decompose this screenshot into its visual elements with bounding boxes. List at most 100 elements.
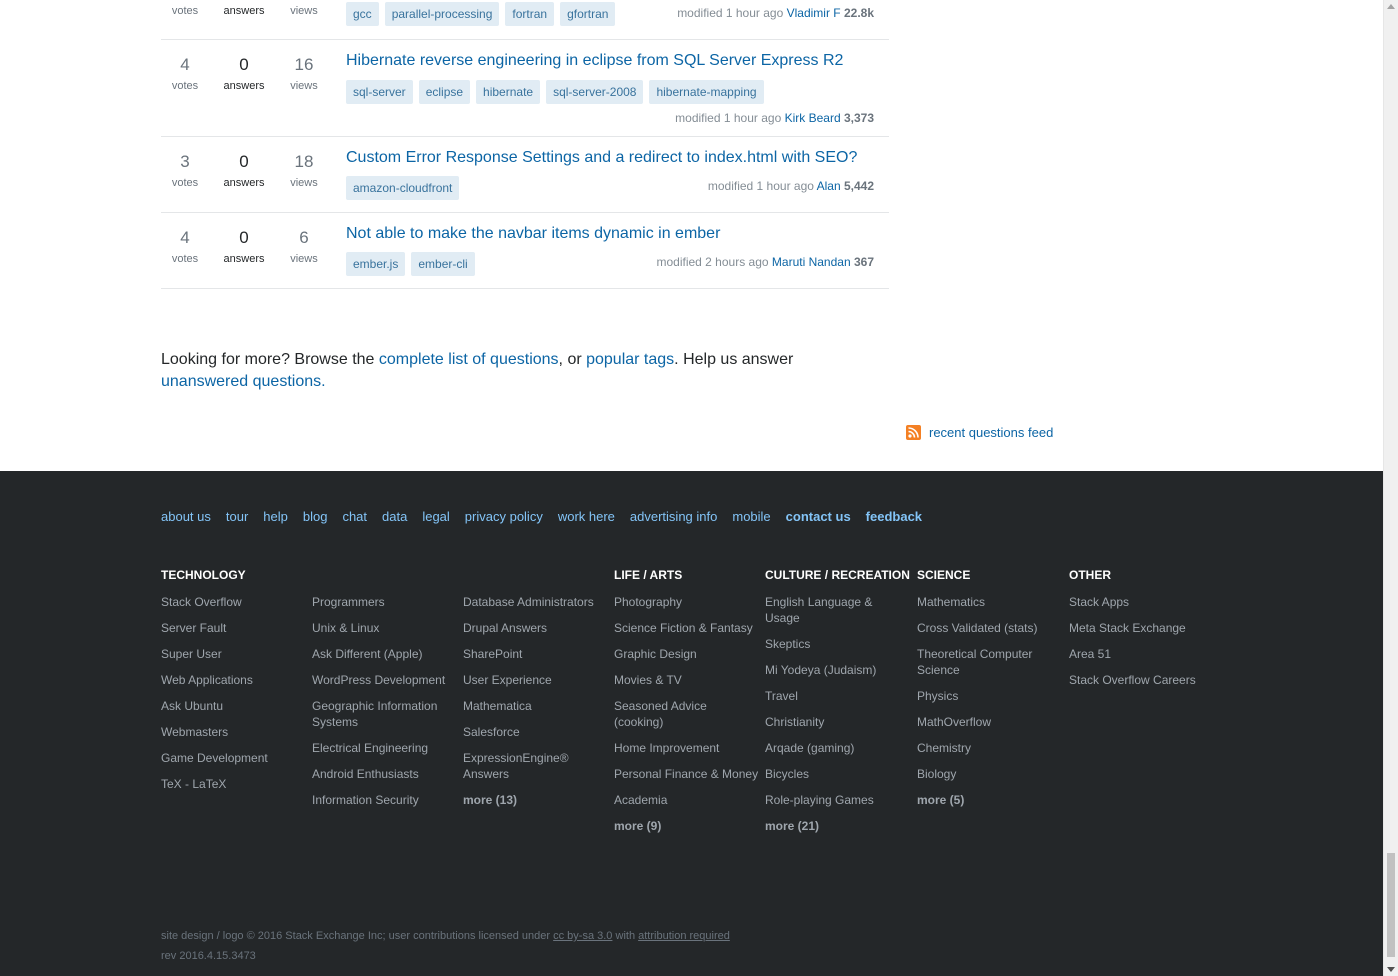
attribution-link[interactable]: attribution required — [638, 930, 730, 942]
site-link[interactable]: Role-playing Games — [765, 792, 910, 808]
site-link[interactable]: Game Development — [161, 750, 306, 766]
site-link[interactable]: Programmers — [312, 594, 457, 610]
site-link[interactable]: Physics — [917, 688, 1062, 704]
unanswered-link[interactable]: unanswered questions — [161, 373, 321, 390]
site-link[interactable]: Chemistry — [917, 740, 1062, 756]
site-link[interactable]: Meta Stack Exchange — [1069, 620, 1219, 636]
site-link[interactable]: Webmasters — [161, 724, 306, 740]
site-link[interactable]: Theoretical Computer Science — [917, 646, 1062, 678]
site-link[interactable]: Web Applications — [161, 672, 306, 688]
site-link[interactable]: Drupal Answers — [463, 620, 608, 636]
site-link[interactable]: Seasoned Advice (cooking) — [614, 698, 759, 730]
site-link[interactable]: Personal Finance & Money — [614, 766, 759, 782]
more-sites-link[interactable]: more (21) — [765, 818, 910, 834]
tag[interactable]: amazon-cloudfront — [346, 176, 460, 200]
site-link[interactable]: Information Security — [312, 792, 457, 808]
site-link[interactable]: SharePoint — [463, 646, 608, 662]
tag[interactable]: parallel-processing — [384, 2, 500, 26]
tag[interactable]: ember.js — [346, 252, 406, 276]
tag[interactable]: sql-server-2008 — [546, 80, 644, 104]
site-link[interactable]: ExpressionEngine® Answers — [463, 750, 608, 782]
footer-link-chat[interactable]: chat — [342, 509, 367, 524]
site-link[interactable]: Stack Apps — [1069, 594, 1219, 610]
site-link[interactable]: Photography — [614, 594, 759, 610]
site-link[interactable]: Salesforce — [463, 724, 608, 740]
license-link[interactable]: cc by-sa 3.0 — [553, 930, 612, 942]
views-stat: 18 views — [274, 152, 334, 190]
footer-link-mobile[interactable]: mobile — [732, 509, 770, 524]
popular-tags-link[interactable]: popular tags — [586, 351, 674, 368]
site-link[interactable]: Mathematics — [917, 594, 1062, 610]
footer-link-about[interactable]: about us — [161, 509, 211, 524]
footer-link-contact[interactable]: contact us — [786, 509, 851, 524]
site-link[interactable]: English Language & Usage — [765, 594, 910, 626]
site-link[interactable]: Stack Overflow Careers — [1069, 672, 1219, 688]
user-link[interactable]: Vladimir F — [787, 6, 841, 20]
site-link[interactable]: Super User — [161, 646, 306, 662]
site-link[interactable]: Movies & TV — [614, 672, 759, 688]
footer-link-feedback[interactable]: feedback — [866, 509, 922, 524]
footer-link-work[interactable]: work here — [558, 509, 615, 524]
site-link[interactable]: Christianity — [765, 714, 910, 730]
site-link[interactable]: Cross Validated (stats) — [917, 620, 1062, 636]
footer-link-data[interactable]: data — [382, 509, 407, 524]
site-link[interactable]: Arqade (gaming) — [765, 740, 910, 756]
views-count: 6 — [299, 228, 309, 247]
site-link[interactable]: Home Improvement — [614, 740, 759, 756]
user-link[interactable]: Kirk Beard — [785, 111, 841, 125]
site-link[interactable]: Unix & Linux — [312, 620, 457, 636]
recent-questions-feed[interactable]: recent questions feed — [906, 425, 1053, 440]
tag[interactable]: gcc — [346, 2, 379, 26]
site-link[interactable]: Server Fault — [161, 620, 306, 636]
tag[interactable]: sql-server — [346, 80, 413, 104]
site-link[interactable]: Mathematica — [463, 698, 608, 714]
site-link[interactable]: User Experience — [463, 672, 608, 688]
more-sites-link[interactable]: more (13) — [463, 792, 608, 808]
footer-link-legal[interactable]: legal — [422, 509, 449, 524]
footer-link-tour[interactable]: tour — [226, 509, 248, 524]
site-link[interactable]: WordPress Development — [312, 672, 457, 688]
site-link[interactable]: Ask Different (Apple) — [312, 646, 457, 662]
question-title[interactable]: Custom Error Response Settings and a red… — [346, 148, 857, 168]
site-link[interactable]: MathOverflow — [917, 714, 1062, 730]
user-link[interactable]: Maruti Nandan — [772, 255, 851, 269]
site-link[interactable]: TeX - LaTeX — [161, 776, 306, 792]
tag[interactable]: eclipse — [418, 80, 471, 104]
tag[interactable]: fortran — [505, 2, 555, 26]
site-link[interactable]: Academia — [614, 792, 759, 808]
tag[interactable]: hibernate-mapping — [649, 80, 764, 104]
site-link[interactable]: Database Administrators — [463, 594, 608, 610]
tag[interactable]: ember-cli — [411, 252, 475, 276]
site-link[interactable]: Biology — [917, 766, 1062, 782]
site-link[interactable]: Electrical Engineering — [312, 740, 457, 756]
views-count: 18 — [294, 152, 314, 171]
site-link[interactable]: Area 51 — [1069, 646, 1219, 662]
site-link[interactable]: Bicycles — [765, 766, 910, 782]
site-link[interactable]: Ask Ubuntu — [161, 698, 306, 714]
tag[interactable]: gfortran — [560, 2, 616, 26]
site-link[interactable]: Skeptics — [765, 636, 910, 652]
site-link[interactable]: Stack Overflow — [161, 594, 306, 610]
more-sites-link[interactable]: more (5) — [917, 792, 1062, 808]
question-meta: modified 1 hour ago Kirk Beard 3,373 — [675, 111, 874, 125]
question-title[interactable]: Hibernate reverse engineering in eclipse… — [346, 51, 843, 71]
site-link[interactable]: Science Fiction & Fantasy — [614, 620, 759, 636]
site-link[interactable]: Mi Yodeya (Judaism) — [765, 662, 910, 678]
tag[interactable]: hibernate — [476, 80, 541, 104]
vertical-scrollbar[interactable] — [1383, 0, 1398, 976]
footer-link-advertising[interactable]: advertising info — [630, 509, 717, 524]
scrollbar-thumb[interactable] — [1387, 853, 1395, 957]
footer-link-blog[interactable]: blog — [303, 509, 328, 524]
site-link[interactable]: Geographic Information Systems — [312, 698, 457, 730]
scroll-down-icon[interactable] — [1387, 967, 1395, 972]
user-link[interactable]: Alan — [817, 179, 841, 193]
question-title[interactable]: Not able to make the navbar items dynami… — [346, 224, 720, 244]
all-questions-link[interactable]: complete list of questions — [379, 351, 559, 368]
footer-link-privacy[interactable]: privacy policy — [465, 509, 543, 524]
site-link[interactable]: Graphic Design — [614, 646, 759, 662]
site-link[interactable]: Travel — [765, 688, 910, 704]
more-sites-link[interactable]: more (9) — [614, 818, 759, 834]
footer-link-help[interactable]: help — [263, 509, 288, 524]
site-link[interactable]: Android Enthusiasts — [312, 766, 457, 782]
scroll-up-icon[interactable] — [1387, 4, 1395, 9]
